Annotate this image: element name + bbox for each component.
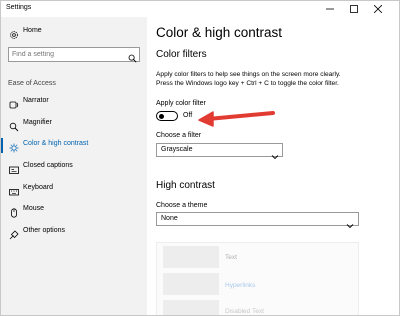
other-options-icon — [9, 227, 19, 240]
color-filters-heading: Color filters — [156, 49, 207, 60]
home-gear-icon — [9, 27, 19, 39]
sidebar-item-other-options[interactable]: Other options — [1, 222, 147, 243]
sidebar-item-label: Keyboard — [23, 184, 53, 191]
sidebar-item-home[interactable]: Home — [1, 22, 147, 43]
sidebar-item-mouse[interactable]: Mouse — [1, 200, 147, 221]
minimize-button[interactable] — [319, 1, 341, 17]
magnifier-icon — [9, 119, 19, 132]
chevron-down-icon — [271, 147, 279, 165]
sidebar-item-closed-captions[interactable]: Closed captions — [1, 157, 147, 178]
narrator-icon — [9, 97, 19, 109]
sidebar-item-label: Narrator — [23, 97, 49, 104]
preview-hyperlinks: Hyperlinks — [225, 282, 256, 289]
sidebar-item-label: Mouse — [23, 205, 45, 212]
window-title: Settings — [6, 4, 32, 11]
section-label: Ease of Access — [8, 80, 56, 87]
apply-color-filter-label: Apply color filter — [156, 100, 206, 107]
description-line: Apply color filters to help see things o… — [156, 71, 341, 78]
preview-swatch — [163, 273, 219, 295]
search-box[interactable] — [8, 47, 140, 63]
main-content: Color & high contrast Color filters Appl… — [147, 17, 399, 315]
sidebar-item-label: Color & high contrast — [23, 140, 89, 147]
keyboard-icon — [9, 184, 19, 196]
sidebar-item-magnifier[interactable]: Magnifier — [1, 114, 147, 135]
preview-disabled-text: Disabled Text — [225, 308, 264, 315]
toggle-state-text: Off — [183, 112, 193, 119]
sidebar-item-label: Closed captions — [23, 162, 73, 169]
search-icon[interactable] — [128, 50, 137, 68]
chevron-down-icon — [346, 216, 354, 234]
choose-theme-dropdown[interactable]: None — [156, 212, 359, 229]
theme-preview: Text Hyperlinks Disabled Text — [156, 242, 359, 315]
choose-filter-label: Choose a filter — [156, 132, 202, 139]
sidebar: Home Ease of Access Narrator Magnifier — [1, 17, 147, 315]
close-icon — [374, 5, 382, 13]
description-line: Press the Windows logo key + Ctrl + C to… — [156, 80, 339, 87]
sidebar-item-color-high-contrast[interactable]: Color & high contrast — [1, 135, 147, 156]
search-input[interactable] — [12, 49, 122, 60]
preview-swatch — [163, 300, 219, 315]
color-brightness-icon — [9, 140, 19, 153]
dropdown-value: None — [161, 215, 178, 222]
high-contrast-heading: High contrast — [156, 180, 215, 191]
close-button[interactable] — [367, 1, 389, 17]
color-filters-description: Apply color filters to help see things o… — [156, 70, 394, 88]
choose-theme-label: Choose a theme — [156, 202, 208, 209]
sidebar-item-label: Home — [23, 27, 42, 34]
preview-swatch — [163, 246, 219, 268]
sidebar-item-label: Magnifier — [23, 119, 52, 126]
mouse-icon — [9, 205, 19, 218]
apply-color-filter-toggle[interactable] — [156, 111, 178, 121]
toggle-knob — [159, 113, 164, 119]
closed-captions-icon — [9, 162, 19, 174]
maximize-button[interactable] — [343, 1, 365, 17]
sidebar-item-keyboard[interactable]: Keyboard — [1, 179, 147, 200]
settings-window: Settings Home Ease of Access — [0, 0, 400, 316]
preview-text: Text — [225, 254, 237, 261]
maximize-icon — [350, 5, 358, 13]
sidebar-item-narrator[interactable]: Narrator — [1, 92, 147, 113]
dropdown-value: Grayscale — [161, 146, 193, 153]
sidebar-item-label: Other options — [23, 227, 66, 234]
page-title: Color & high contrast — [156, 25, 283, 40]
choose-filter-dropdown[interactable]: Grayscale — [156, 143, 283, 160]
title-bar: Settings — [1, 1, 399, 17]
minimize-icon — [326, 8, 334, 10]
